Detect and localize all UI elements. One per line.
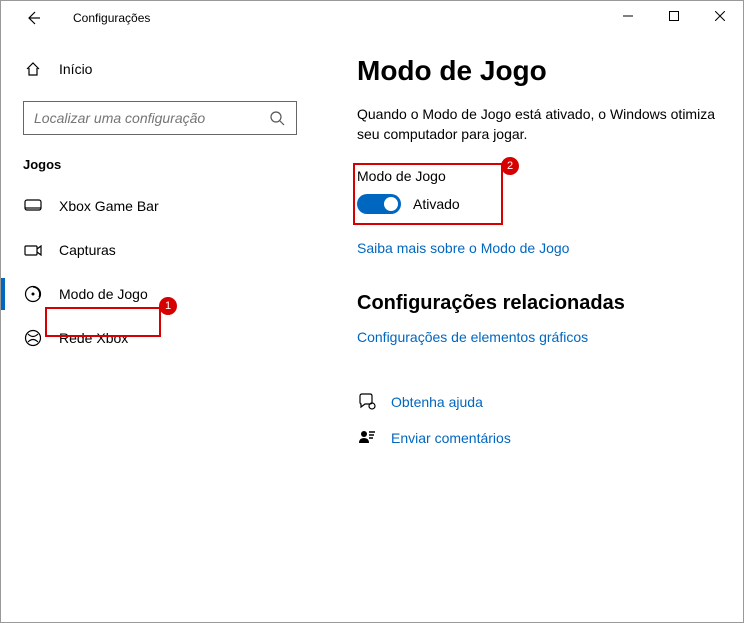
arrow-left-icon bbox=[25, 10, 41, 26]
titlebar: Configurações bbox=[1, 1, 743, 35]
search-box[interactable] bbox=[23, 101, 297, 135]
home-nav[interactable]: Início bbox=[1, 53, 319, 85]
page-description: Quando o Modo de Jogo está ativado, o Wi… bbox=[357, 105, 717, 144]
minimize-button[interactable] bbox=[605, 1, 651, 31]
toggle-knob bbox=[384, 197, 398, 211]
page-heading: Modo de Jogo bbox=[357, 55, 721, 87]
sidebar-item-label: Modo de Jogo bbox=[59, 286, 148, 302]
game-mode-toggle-group: Modo de Jogo Ativado bbox=[357, 166, 721, 222]
sidebar-item-xbox-network[interactable]: Rede Xbox bbox=[1, 316, 319, 360]
sidebar-item-captures[interactable]: Capturas bbox=[1, 228, 319, 272]
home-label: Início bbox=[59, 61, 92, 77]
sidebar-item-game-mode[interactable]: Modo de Jogo bbox=[1, 272, 319, 316]
game-mode-icon bbox=[23, 285, 43, 303]
feedback-row[interactable]: Enviar comentários bbox=[357, 429, 721, 447]
sidebar-item-xbox-game-bar[interactable]: Xbox Game Bar bbox=[1, 184, 319, 228]
window-controls bbox=[605, 1, 743, 31]
sidebar-item-label: Capturas bbox=[59, 242, 116, 258]
maximize-button[interactable] bbox=[651, 1, 697, 31]
feedback-icon bbox=[357, 429, 377, 447]
toggle-state-text: Ativado bbox=[413, 196, 460, 212]
help-icon bbox=[357, 393, 377, 411]
content-pane: Modo de Jogo Quando o Modo de Jogo está … bbox=[319, 35, 743, 622]
toggle-label: Modo de Jogo bbox=[357, 168, 721, 184]
feedback-link[interactable]: Enviar comentários bbox=[391, 430, 511, 446]
search-input[interactable] bbox=[34, 110, 268, 126]
related-heading: Configurações relacionadas bbox=[357, 292, 721, 315]
minimize-icon bbox=[623, 11, 633, 21]
settings-window: Configurações Início bbox=[0, 0, 744, 623]
related-settings-link[interactable]: Configurações de elementos gráficos bbox=[357, 329, 588, 345]
sidebar-item-label: Rede Xbox bbox=[59, 330, 128, 346]
nav-list: Xbox Game Bar Capturas Modo de Jogo bbox=[1, 184, 319, 360]
get-help-row[interactable]: Obtenha ajuda bbox=[357, 393, 721, 411]
window-title: Configurações bbox=[73, 11, 150, 25]
sidebar-item-label: Xbox Game Bar bbox=[59, 198, 159, 214]
close-button[interactable] bbox=[697, 1, 743, 31]
back-button[interactable] bbox=[21, 6, 45, 30]
close-icon bbox=[715, 11, 725, 21]
search-icon bbox=[268, 110, 286, 126]
get-help-link[interactable]: Obtenha ajuda bbox=[391, 394, 483, 410]
learn-more-link[interactable]: Saiba mais sobre o Modo de Jogo bbox=[357, 240, 569, 256]
sidebar: Início Jogos Xbox Game Bar bbox=[1, 35, 319, 622]
maximize-icon bbox=[669, 11, 679, 21]
game-bar-icon bbox=[23, 199, 43, 213]
window-body: Início Jogos Xbox Game Bar bbox=[1, 35, 743, 622]
category-heading: Jogos bbox=[23, 157, 297, 172]
game-mode-toggle[interactable] bbox=[357, 194, 401, 214]
home-icon bbox=[23, 61, 43, 77]
captures-icon bbox=[23, 243, 43, 257]
xbox-network-icon bbox=[23, 329, 43, 347]
